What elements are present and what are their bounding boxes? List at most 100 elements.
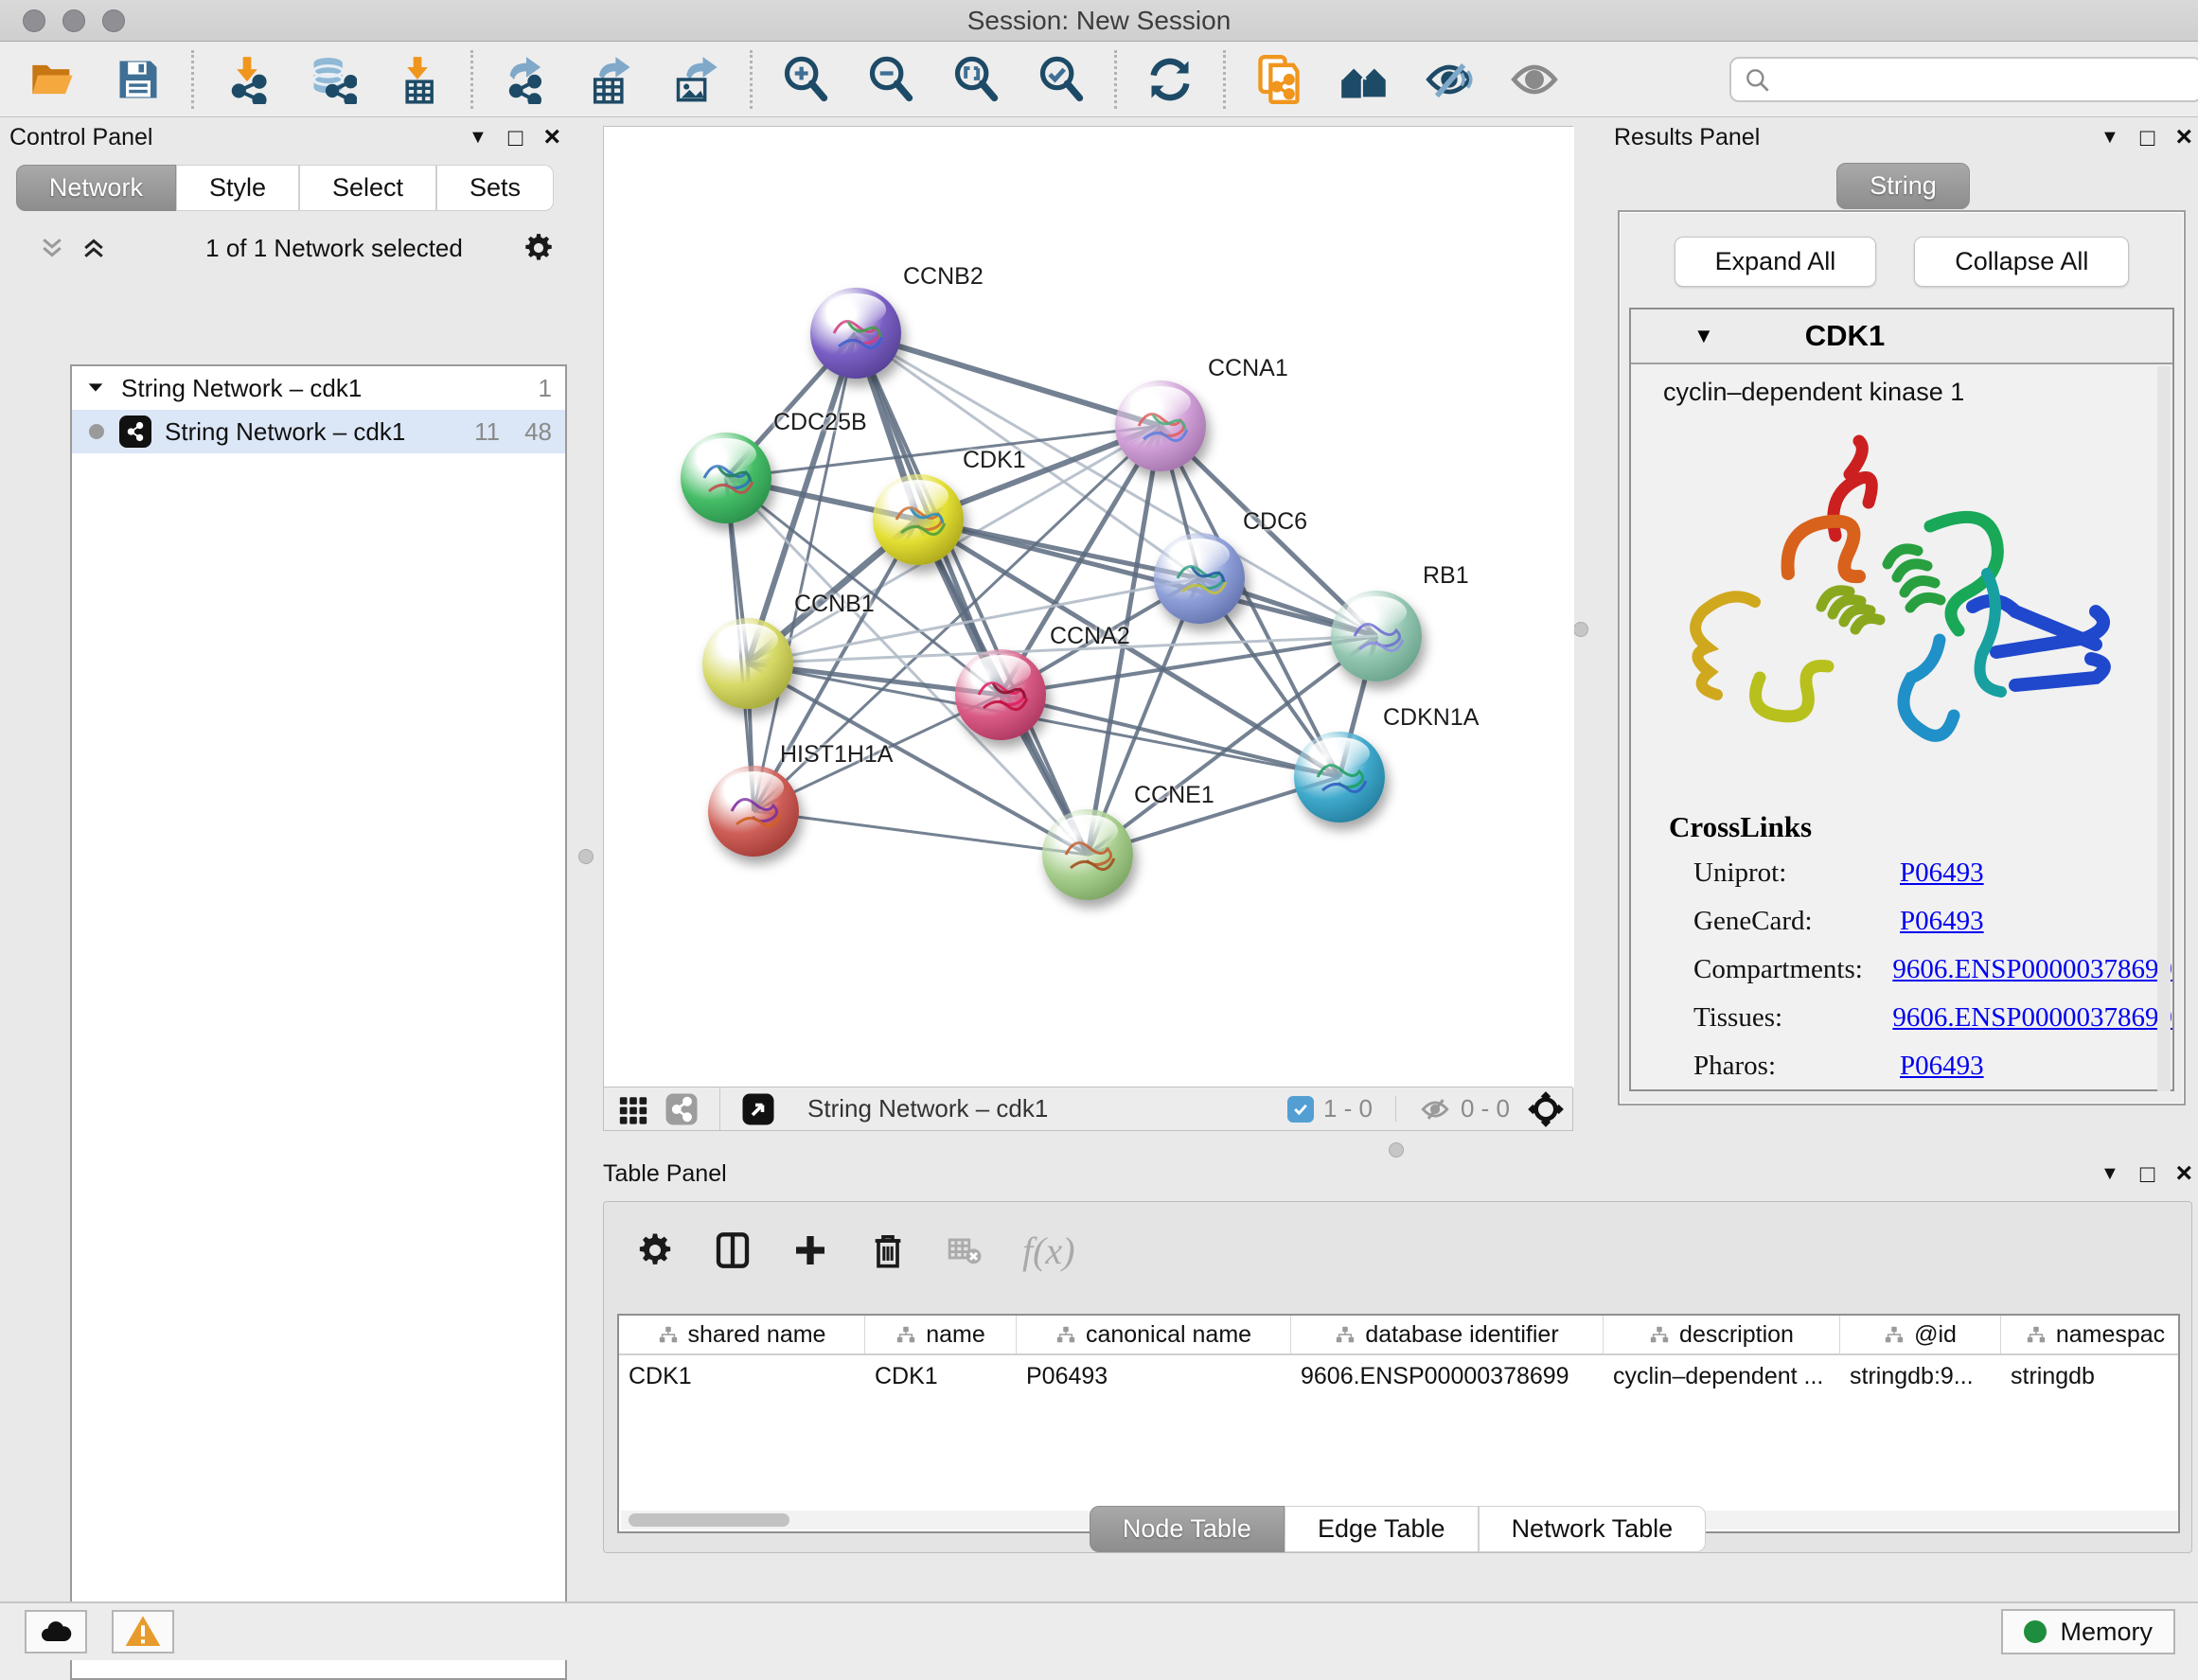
grid-view-icon[interactable]: [617, 1093, 649, 1125]
open-session-button[interactable]: [27, 53, 80, 106]
network-options-gear-icon[interactable]: [523, 232, 555, 264]
tab-sets[interactable]: Sets: [436, 165, 554, 211]
zoom-fit-button[interactable]: [949, 53, 1002, 106]
results-scrollbar[interactable]: [2157, 366, 2171, 1091]
table-cell[interactable]: cyclin–dependent ...: [1604, 1355, 1840, 1397]
crosslink-link[interactable]: 9606.ENSP00000378699: [1892, 1002, 2172, 1034]
node-table[interactable]: shared namenamecanonical namedatabase id…: [617, 1314, 2180, 1533]
show-all-button[interactable]: [1508, 53, 1561, 106]
close-results-icon[interactable]: ×: [2175, 123, 2192, 151]
expand-all-icon[interactable]: [80, 234, 108, 262]
collapse-all-button[interactable]: Collapse All: [1914, 237, 2129, 287]
crosslink-link[interactable]: P06493: [1900, 1051, 1984, 1082]
float-table-icon[interactable]: ▼: [2101, 1164, 2119, 1183]
maximize-table-icon[interactable]: □: [2140, 1161, 2155, 1186]
close-table-icon[interactable]: ×: [2175, 1159, 2192, 1188]
table-cell[interactable]: P06493: [1017, 1355, 1291, 1397]
table-cell[interactable]: CDK1: [619, 1355, 865, 1397]
table-cell[interactable]: 9606.ENSP00000378699: [1291, 1355, 1604, 1397]
import-table-button[interactable]: [391, 53, 444, 106]
network-canvas[interactable]: CCNB2CCNA1CDC25BCDK1CDC6RB1CCNB1CCNA2CDK…: [604, 127, 1574, 1088]
tab-network-table[interactable]: Network Table: [1479, 1506, 1707, 1552]
right-splitter-handle[interactable]: [1573, 622, 1588, 637]
export-table-button[interactable]: [585, 53, 638, 106]
expand-all-button[interactable]: Expand All: [1675, 237, 1877, 287]
selected-checkbox-icon[interactable]: [1287, 1096, 1314, 1123]
cloud-status-button[interactable]: [25, 1610, 87, 1653]
maximize-results-icon[interactable]: □: [2140, 125, 2155, 150]
warning-status-button[interactable]: [112, 1610, 174, 1653]
delete-column-icon[interactable]: [869, 1231, 907, 1269]
collapse-arrow-icon[interactable]: [85, 378, 106, 398]
tab-edge-table[interactable]: Edge Table: [1285, 1506, 1479, 1552]
edge-CCNB2-CCNE1[interactable]: [856, 333, 1088, 855]
table-cell[interactable]: CDK1: [865, 1355, 1017, 1397]
horizontal-splitter-handle[interactable]: [1389, 1142, 1404, 1158]
network-node-CCNB1[interactable]: [702, 618, 793, 709]
network-node-CDK1[interactable]: [873, 474, 964, 565]
network-view-icon[interactable]: [665, 1092, 699, 1126]
collapse-all-icon[interactable]: [38, 234, 66, 262]
zoom-window-icon[interactable]: [102, 9, 125, 32]
gene-section-header[interactable]: ▼ CDK1: [1631, 309, 2172, 364]
column-header-namespac[interactable]: namespac: [2001, 1316, 2180, 1353]
memory-button[interactable]: Memory: [2001, 1609, 2175, 1654]
export-image-button[interactable]: [670, 53, 723, 106]
refresh-layout-button[interactable]: [1143, 53, 1196, 106]
table-options-gear-icon[interactable]: [636, 1231, 674, 1269]
tab-string[interactable]: String: [1836, 163, 1970, 209]
tab-select[interactable]: Select: [299, 165, 436, 211]
crosslink-link[interactable]: P06493: [1900, 906, 1984, 937]
home-button[interactable]: [1338, 53, 1391, 106]
birdseye-toggle-icon[interactable]: [741, 1092, 775, 1126]
column-header-shared-name[interactable]: shared name: [619, 1316, 865, 1353]
crosslink-link[interactable]: P06493: [1900, 858, 1984, 889]
close-window-icon[interactable]: [23, 9, 45, 32]
network-node-HIST1H1A[interactable]: [708, 766, 799, 857]
network-node-CDC25B[interactable]: [681, 433, 771, 523]
add-column-icon[interactable]: [791, 1231, 829, 1269]
network-node-CDKN1A[interactable]: [1294, 732, 1385, 822]
column-header-description[interactable]: description: [1604, 1316, 1840, 1353]
column-header-canonical-name[interactable]: canonical name: [1017, 1316, 1291, 1353]
save-session-button[interactable]: [112, 53, 165, 106]
fit-selected-crosshair-icon[interactable]: [1527, 1090, 1565, 1128]
import-database-button[interactable]: [306, 53, 359, 106]
float-results-icon[interactable]: ▼: [2101, 128, 2119, 147]
maximize-panel-icon[interactable]: □: [508, 125, 523, 150]
import-network-button[interactable]: [221, 53, 274, 106]
network-node-CCNE1[interactable]: [1042, 809, 1133, 900]
copy-network-button[interactable]: [1252, 53, 1305, 106]
section-collapse-icon[interactable]: ▼: [1693, 324, 1714, 348]
crosslink-link[interactable]: 9606.ENSP00000378699: [1892, 954, 2172, 985]
search-input[interactable]: [1729, 57, 2198, 102]
close-panel-icon[interactable]: ×: [543, 123, 560, 151]
left-splitter-handle[interactable]: [578, 849, 594, 864]
column-header-@id[interactable]: @id: [1840, 1316, 2001, 1353]
column-header-name[interactable]: name: [865, 1316, 1017, 1353]
network-row[interactable]: String Network – cdk1 11 48: [72, 410, 565, 453]
zoom-out-button[interactable]: [864, 53, 917, 106]
column-header-database-identifier[interactable]: database identifier: [1291, 1316, 1604, 1353]
table-row[interactable]: CDK1CDK1P064939606.ENSP00000378699cyclin…: [619, 1355, 2178, 1397]
edge-CCNB2-HIST1H1A[interactable]: [753, 333, 856, 811]
table-cell[interactable]: stringdb: [2001, 1355, 2180, 1397]
edge-HIST1H1A-CCNE1[interactable]: [753, 811, 1088, 855]
network-collection-row[interactable]: String Network – cdk1 1: [72, 366, 565, 410]
zoom-in-button[interactable]: [779, 53, 832, 106]
minimize-window-icon[interactable]: [62, 9, 85, 32]
network-node-CCNB2[interactable]: [810, 288, 901, 379]
tab-style[interactable]: Style: [176, 165, 299, 211]
float-panel-icon[interactable]: ▼: [469, 128, 487, 147]
zoom-selected-button[interactable]: [1035, 53, 1088, 106]
show-columns-icon[interactable]: [714, 1231, 752, 1269]
hide-selected-button[interactable]: [1423, 53, 1476, 106]
export-network-button[interactable]: [500, 53, 553, 106]
network-node-CDC6[interactable]: [1154, 533, 1245, 624]
tab-node-table[interactable]: Node Table: [1090, 1506, 1285, 1552]
network-node-CCNA1[interactable]: [1115, 380, 1206, 471]
table-cell[interactable]: stringdb:9...: [1840, 1355, 2001, 1397]
network-node-CCNA2[interactable]: [955, 649, 1046, 740]
window-controls[interactable]: [23, 9, 125, 32]
tab-network[interactable]: Network: [16, 165, 176, 211]
